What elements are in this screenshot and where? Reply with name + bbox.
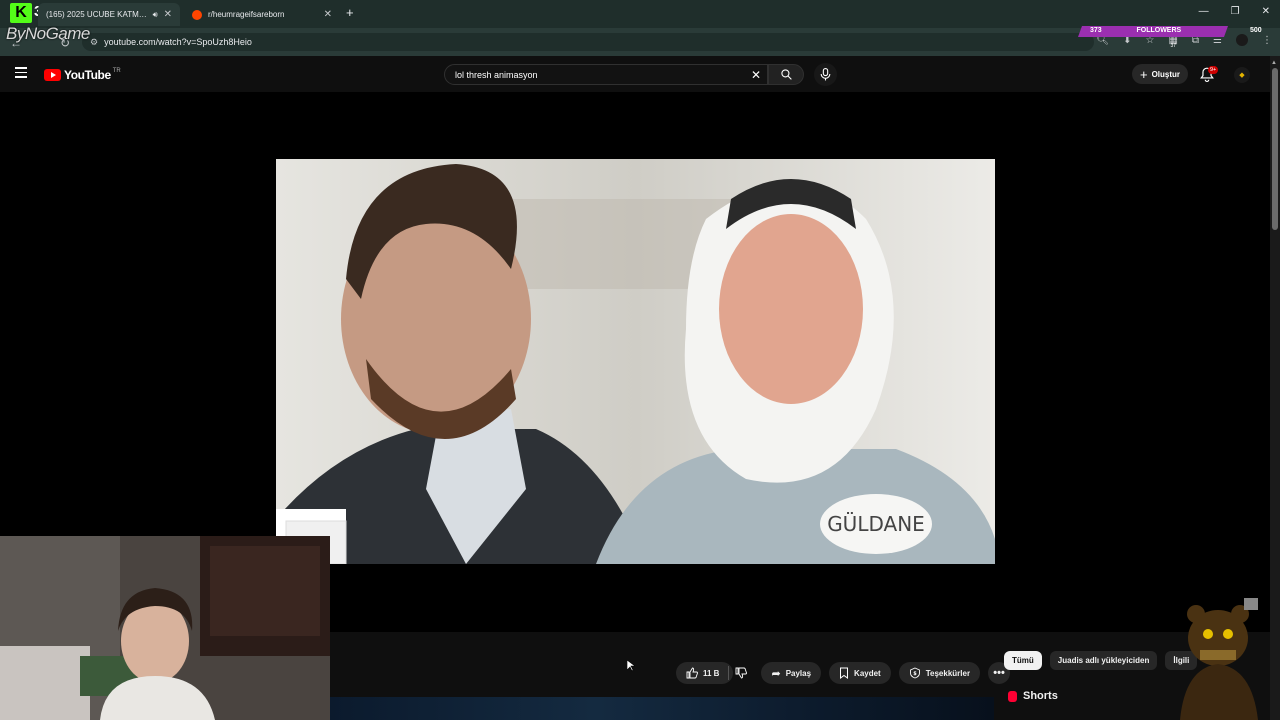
followers-current: 373: [1090, 27, 1102, 34]
url-field[interactable]: ⚙ youtube.com/watch?v=SpoUzh8Heio: [82, 33, 1094, 51]
chip-from-uploader[interactable]: Juadis adlı yükleyiciden: [1049, 651, 1158, 670]
reddit-favicon-icon: [192, 9, 202, 20]
search-query: lol thresh animasyon: [455, 69, 538, 80]
tab-title: (165) 2025 UCUBE KATMANI: [46, 10, 149, 19]
search-icon: [780, 69, 792, 80]
guide-menu-icon[interactable]: [15, 67, 27, 81]
save-label: Kaydet: [854, 668, 881, 678]
close-tab-icon[interactable]: ✕: [164, 9, 172, 20]
speaker-icon[interactable]: 🔊︎: [153, 10, 158, 20]
save-button[interactable]: Kaydet: [829, 662, 891, 684]
kick-logo-icon: K: [10, 3, 32, 23]
shorts-icon: [1008, 690, 1017, 702]
create-button[interactable]: + Oluştur: [1132, 64, 1188, 84]
super-thanks-icon: $: [909, 667, 920, 679]
scrollbar-thumb[interactable]: [1272, 68, 1278, 230]
thumbs-down-icon: [736, 667, 748, 679]
followers-goal: 500: [1250, 27, 1262, 34]
video-still-image: GÜLDANE: [276, 159, 995, 564]
shorts-shelf-header: Shorts: [1008, 690, 1058, 702]
voice-search-button[interactable]: [814, 63, 837, 86]
chip-all[interactable]: Tümü: [1004, 651, 1042, 670]
svg-text:$: $: [913, 671, 917, 677]
thumbs-up-icon: [686, 667, 698, 679]
account-avatar[interactable]: ◆: [1234, 67, 1250, 83]
site-info-icon[interactable]: ⚙: [90, 37, 98, 48]
menu-kebab-icon[interactable]: ⋮: [1262, 35, 1272, 46]
region-code: TR: [112, 68, 121, 74]
tab-title: r/heumrageifsareborn: [208, 10, 285, 19]
tab-reddit[interactable]: r/heumrageifsareborn ✕: [184, 3, 340, 26]
youtube-play-icon: [44, 69, 61, 81]
url-text: youtube.com/watch?v=SpoUzh8Heio: [104, 37, 252, 47]
mascot-image: [1180, 598, 1258, 720]
followers-goal-text: 373 FOLLOWERS: [1080, 27, 1226, 34]
thanks-button[interactable]: $ Teşekkürler: [898, 662, 981, 684]
tab-youtube[interactable]: (165) 2025 UCUBE KATMANI 🔊︎ ✕: [38, 3, 180, 26]
search-button[interactable]: [768, 64, 804, 85]
thanks-label: Teşekkürler: [925, 668, 971, 678]
like-button[interactable]: 11 B: [676, 662, 734, 684]
clear-search-icon[interactable]: ✕: [751, 68, 761, 82]
youtube-logo[interactable]: YouTube TR: [44, 68, 121, 82]
screen: K 3 (165) 2025 UCUBE KATMANI 🔊︎ ✕ r/heum…: [0, 0, 1280, 720]
window-controls: — ❐ ✕: [1199, 6, 1270, 17]
next-video-thumbnail[interactable]: [330, 697, 994, 720]
followers-label: FOLLOWERS: [1136, 27, 1182, 34]
webcam-image: [0, 536, 330, 720]
minimize-button[interactable]: —: [1199, 6, 1209, 17]
share-label: Paylaş: [785, 668, 812, 678]
plus-icon: +: [1139, 66, 1148, 82]
mouse-cursor-icon: [627, 660, 635, 672]
scroll-up-arrow-icon[interactable]: ▲: [1271, 60, 1277, 66]
share-icon: ➦: [771, 667, 781, 680]
share-button[interactable]: ➦ Paylaş: [761, 662, 822, 684]
profile-icon[interactable]: [1236, 34, 1248, 46]
video-frame[interactable]: GÜLDANE: [276, 159, 995, 564]
bynogame-watermark: ByNoGame: [6, 24, 90, 43]
youtube-wordmark: YouTube: [64, 68, 111, 82]
restore-button[interactable]: ❐: [1231, 6, 1240, 17]
extension-badge: 37: [1170, 42, 1176, 49]
fnaf-mascot-overlay: [1160, 598, 1270, 720]
streamer-webcam: [0, 536, 330, 720]
close-tab-icon[interactable]: ✕: [324, 9, 332, 20]
microphone-icon: [820, 68, 831, 81]
close-window-button[interactable]: ✕: [1262, 6, 1270, 17]
nametag-text: GÜLDANE: [827, 512, 925, 536]
dislike-button[interactable]: [729, 662, 753, 684]
like-count: 11 B: [703, 668, 720, 678]
notifications-badge: 9+: [1208, 66, 1219, 74]
search-input[interactable]: lol thresh animasyon ✕: [444, 64, 768, 85]
shorts-title: Shorts: [1023, 690, 1058, 702]
bookmark-icon: [840, 667, 849, 679]
video-actions: 11 B ➦ Paylaş Kaydet $ Teşekkürler •••: [676, 662, 1011, 684]
new-tab-button[interactable]: +: [346, 5, 354, 20]
create-label: Oluştur: [1151, 69, 1181, 79]
